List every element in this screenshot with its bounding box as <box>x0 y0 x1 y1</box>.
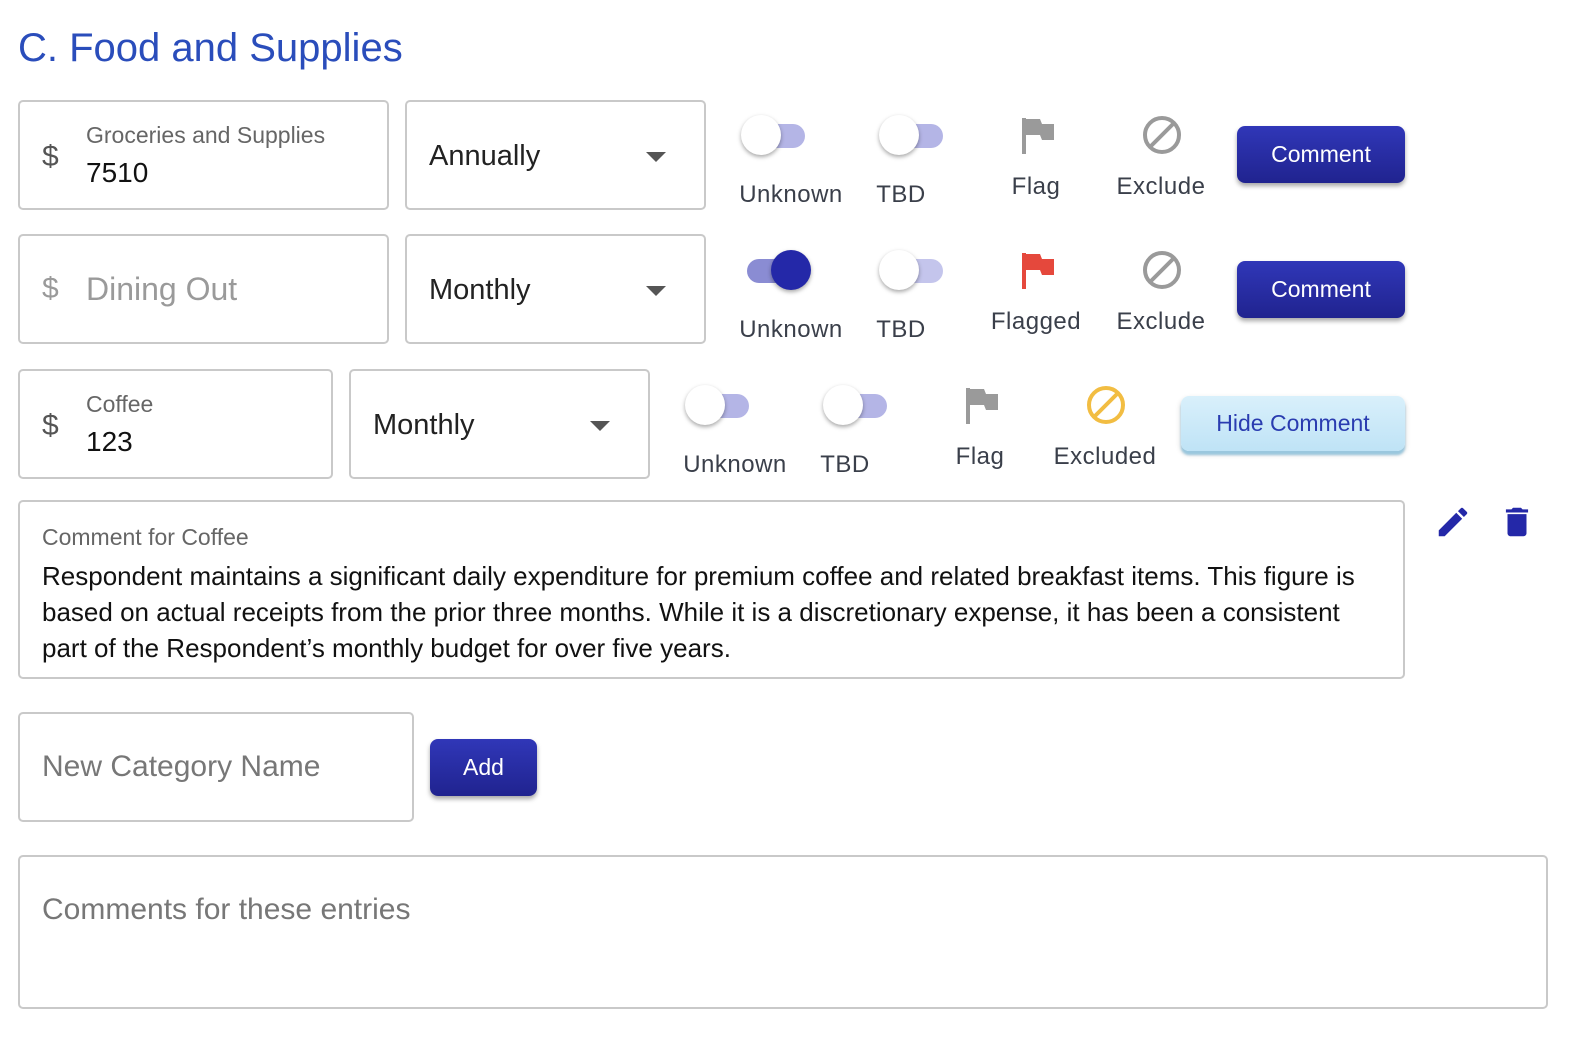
amount-field-dining-out[interactable]: $ Dining Out <box>18 234 389 344</box>
hide-comment-button[interactable]: Hide Comment <box>1181 396 1405 451</box>
amount-placeholder: Dining Out <box>86 271 238 307</box>
tbd-label: TBD <box>876 181 926 208</box>
add-category-button[interactable]: Add <box>430 739 537 796</box>
frequency-select-groceries[interactable]: Annually <box>405 100 706 210</box>
currency-symbol: $ <box>42 140 59 173</box>
amount-value: 7510 <box>86 157 149 188</box>
flagged-icon[interactable] <box>1020 251 1056 291</box>
entries-comment-placeholder: Comments for these entries <box>42 893 411 926</box>
section-title: C. Food and Supplies <box>18 26 403 70</box>
comment-button[interactable]: Comment <box>1237 126 1405 183</box>
new-category-input[interactable]: New Category Name <box>18 712 414 822</box>
unknown-toggle-groceries[interactable] <box>741 114 811 156</box>
exclude-icon[interactable] <box>1141 114 1183 156</box>
unknown-label: Unknown <box>739 181 843 208</box>
trash-icon[interactable] <box>1498 503 1536 541</box>
comment-text: Respondent maintains a significant daily… <box>42 561 1355 663</box>
currency-symbol: $ <box>42 272 59 305</box>
amount-label: Coffee <box>86 391 154 417</box>
comment-button[interactable]: Comment <box>1237 261 1405 318</box>
currency-symbol: $ <box>42 409 59 442</box>
exclude-icon[interactable] <box>1141 249 1183 291</box>
entries-comment-textarea[interactable]: Comments for these entries <box>18 855 1548 1009</box>
frequency-value: Annually <box>429 140 541 172</box>
amount-field-coffee[interactable]: $ Coffee 123 <box>18 369 333 479</box>
exclude-label: Exclude <box>1116 308 1206 335</box>
exclude-label: Excluded <box>1053 443 1157 470</box>
unknown-label: Unknown <box>683 451 787 478</box>
dropdown-caret-icon <box>646 286 666 296</box>
tbd-toggle-dining-out[interactable] <box>879 249 949 291</box>
exclude-label: Exclude <box>1116 173 1206 200</box>
flag-label: Flag <box>1011 173 1061 200</box>
flag-icon[interactable] <box>964 386 1000 426</box>
frequency-value: Monthly <box>429 274 531 306</box>
comment-label: Comment for Coffee <box>42 524 249 550</box>
amount-field-groceries[interactable]: $ Groceries and Supplies 7510 <box>18 100 389 210</box>
frequency-value: Monthly <box>373 409 475 441</box>
flag-label: Flag <box>955 443 1005 470</box>
tbd-label: TBD <box>820 451 870 478</box>
unknown-label: Unknown <box>739 316 843 343</box>
unknown-toggle-dining-out[interactable] <box>741 249 811 291</box>
flag-icon[interactable] <box>1020 116 1056 156</box>
dropdown-caret-icon <box>590 421 610 431</box>
new-category-placeholder: New Category Name <box>42 750 321 783</box>
excluded-icon[interactable] <box>1085 384 1127 426</box>
coffee-comment-box[interactable]: Comment for Coffee Respondent maintains … <box>18 500 1405 679</box>
frequency-select-dining-out[interactable]: Monthly <box>405 234 706 344</box>
frequency-select-coffee[interactable]: Monthly <box>349 369 650 479</box>
dropdown-caret-icon <box>646 152 666 162</box>
unknown-toggle-coffee[interactable] <box>685 384 755 426</box>
amount-value: 123 <box>86 426 133 457</box>
tbd-toggle-groceries[interactable] <box>879 114 949 156</box>
tbd-toggle-coffee[interactable] <box>823 384 893 426</box>
flag-label: Flagged <box>990 308 1082 335</box>
tbd-label: TBD <box>876 316 926 343</box>
amount-label: Groceries and Supplies <box>86 122 326 148</box>
pencil-icon[interactable] <box>1434 503 1472 541</box>
